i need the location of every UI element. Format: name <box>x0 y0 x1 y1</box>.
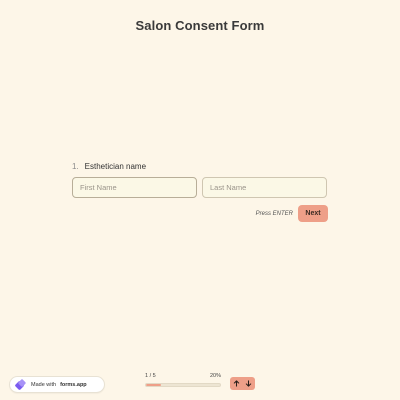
progress-track <box>145 383 221 387</box>
progress-fill <box>146 384 161 386</box>
badge-brand: forms.app <box>60 381 87 388</box>
progress-count: 1 / 5 <box>145 373 156 379</box>
press-key: ENTER <box>272 210 293 217</box>
form-page: Salon Consent Form 1. Esthetician name P… <box>0 0 400 400</box>
made-with-badge[interactable]: Made with forms.app <box>9 376 105 393</box>
forms-app-logo-icon <box>15 378 27 391</box>
press-enter-hint: Press ENTER <box>256 211 293 217</box>
question-number: 1. <box>72 161 79 171</box>
next-row: Press ENTER Next <box>72 205 328 222</box>
badge-prefix: Made with <box>31 381 57 388</box>
question-label: 1. Esthetician name <box>72 160 328 172</box>
progress-indicator: 1 / 5 20% <box>145 373 221 387</box>
name-inputs <box>72 177 328 198</box>
progress-percent: 20% <box>209 373 221 379</box>
arrow-down-icon[interactable] <box>243 377 256 390</box>
arrow-up-icon[interactable] <box>230 377 243 390</box>
question-block: 1. Esthetician name Press ENTER Next <box>72 160 328 222</box>
next-button[interactable]: Next <box>298 205 328 222</box>
question-nav <box>230 377 255 390</box>
first-name-input[interactable] <box>72 177 197 198</box>
form-title: Salon Consent Form <box>135 18 265 33</box>
progress-labels: 1 / 5 20% <box>145 373 221 381</box>
press-prefix: Press <box>255 210 271 217</box>
last-name-input[interactable] <box>202 177 327 198</box>
question-text: Esthetician name <box>84 161 147 171</box>
